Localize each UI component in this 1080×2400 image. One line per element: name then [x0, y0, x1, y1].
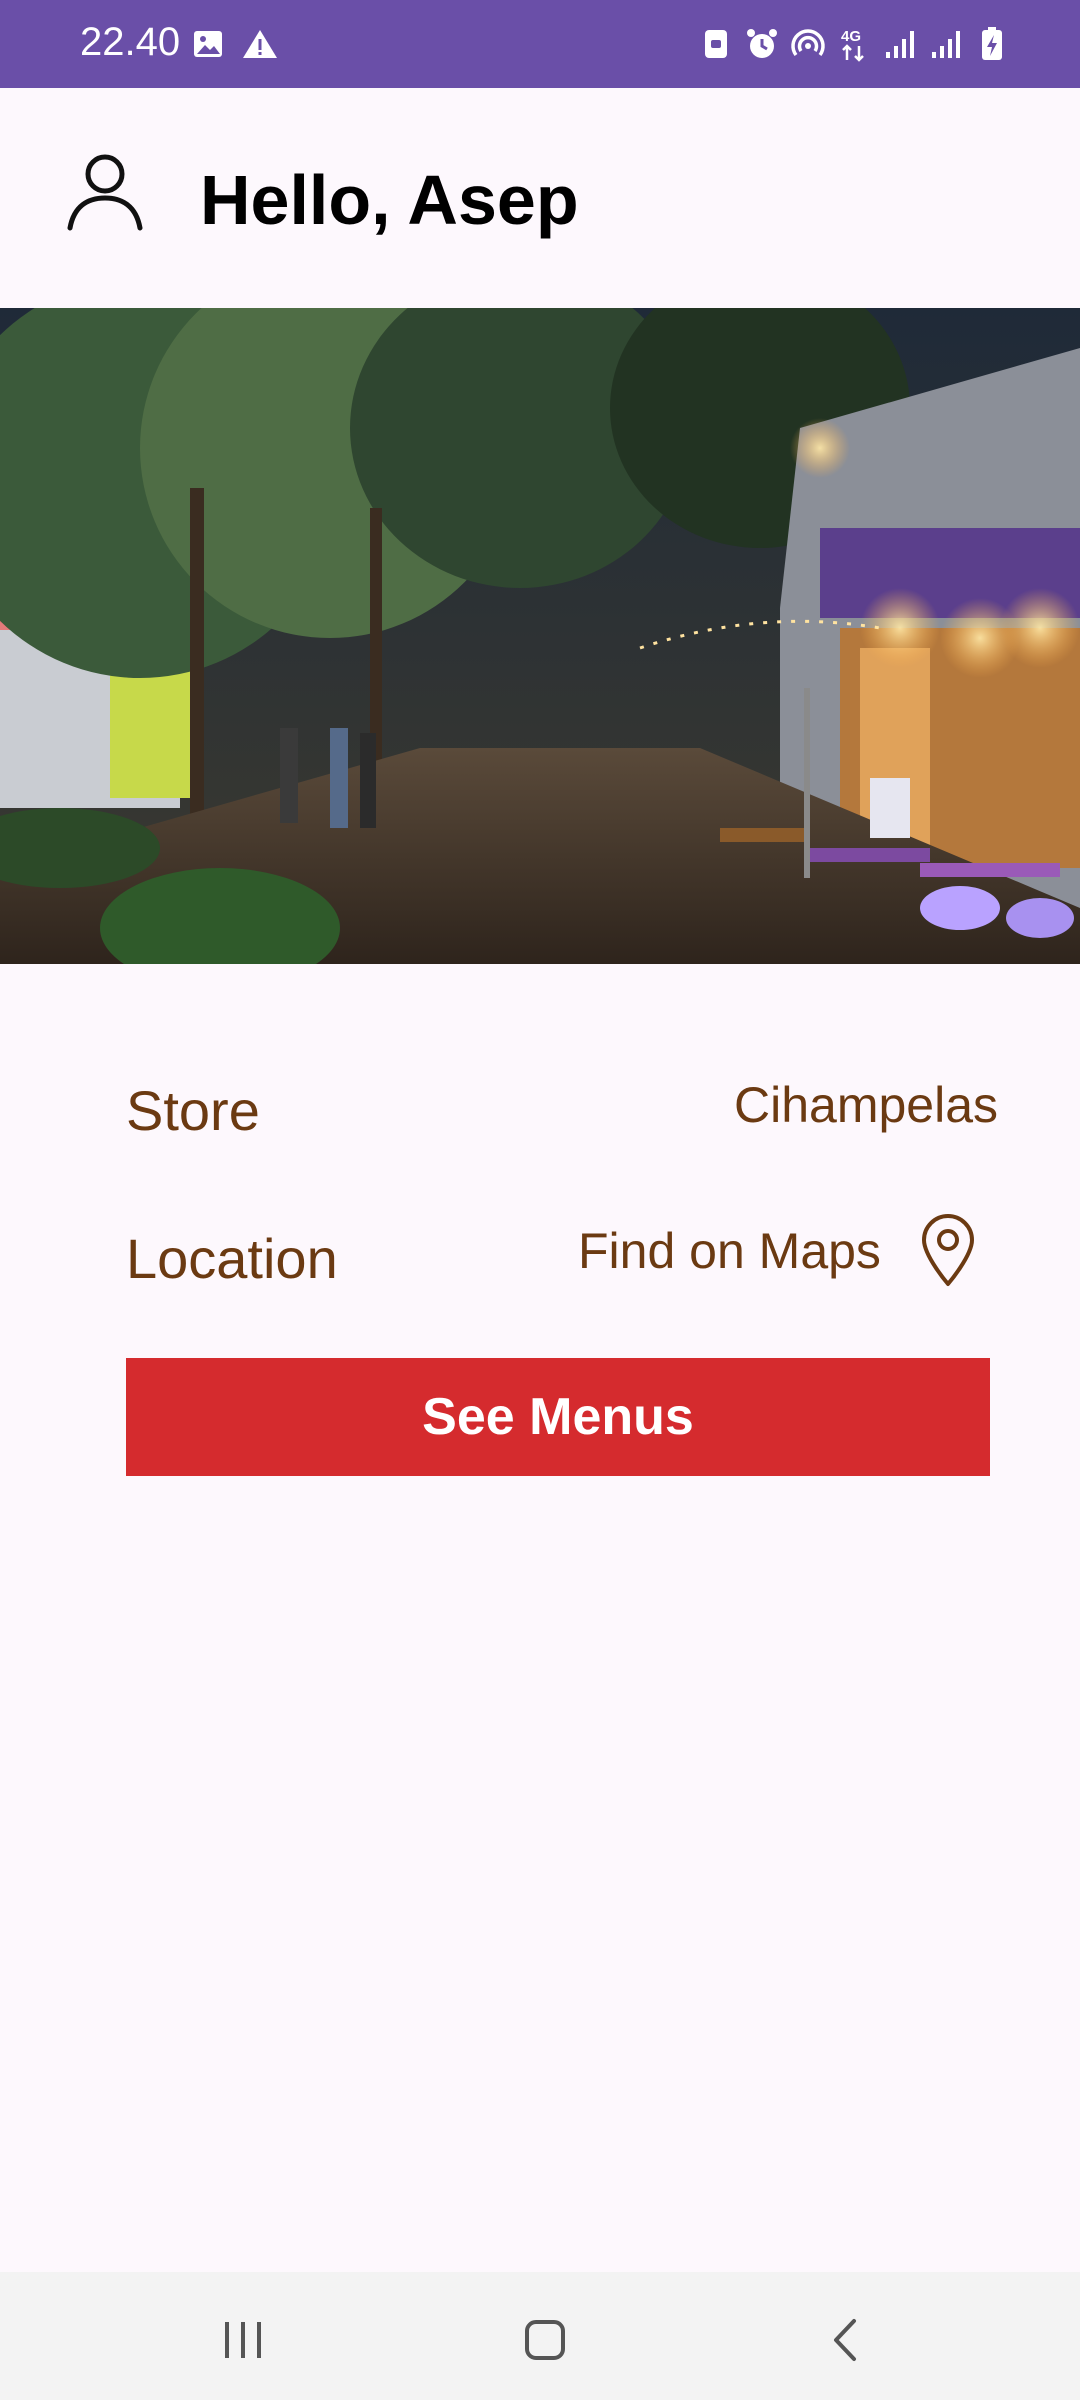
- signal-icon: [882, 24, 918, 64]
- status-bar: 22.40 4G: [0, 0, 1080, 88]
- see-menus-button[interactable]: See Menus: [126, 1358, 990, 1476]
- status-right-icons: 4G: [698, 24, 1010, 64]
- person-icon[interactable]: [62, 148, 148, 234]
- location-label: Location: [126, 1227, 338, 1290]
- network-label: 4G: [841, 28, 861, 45]
- find-on-maps-link[interactable]: Find on Maps: [578, 1222, 881, 1280]
- status-time: 22.40: [80, 20, 181, 64]
- store-photo: [0, 308, 1080, 964]
- store-label: Store: [126, 1079, 260, 1142]
- screenshot-icon: [698, 24, 734, 64]
- alarm-icon: [744, 24, 780, 64]
- header: Hello, Asep: [0, 88, 1080, 308]
- navigation-bar: [0, 2272, 1080, 2400]
- map-pin-icon[interactable]: [918, 1214, 978, 1288]
- 4g-icon: 4G: [836, 24, 872, 64]
- signal-icon: [928, 24, 964, 64]
- hotspot-icon: [790, 24, 826, 64]
- store-value: Cihampelas: [733, 1077, 998, 1133]
- home-icon[interactable]: [500, 2300, 590, 2380]
- recents-icon[interactable]: [198, 2300, 288, 2380]
- back-icon[interactable]: [800, 2300, 890, 2380]
- warning-icon: [242, 24, 278, 64]
- battery-charging-icon: [974, 24, 1010, 64]
- status-left-icons: [190, 24, 278, 64]
- greeting-title: Hello, Asep: [200, 161, 579, 239]
- image-icon: [190, 24, 226, 64]
